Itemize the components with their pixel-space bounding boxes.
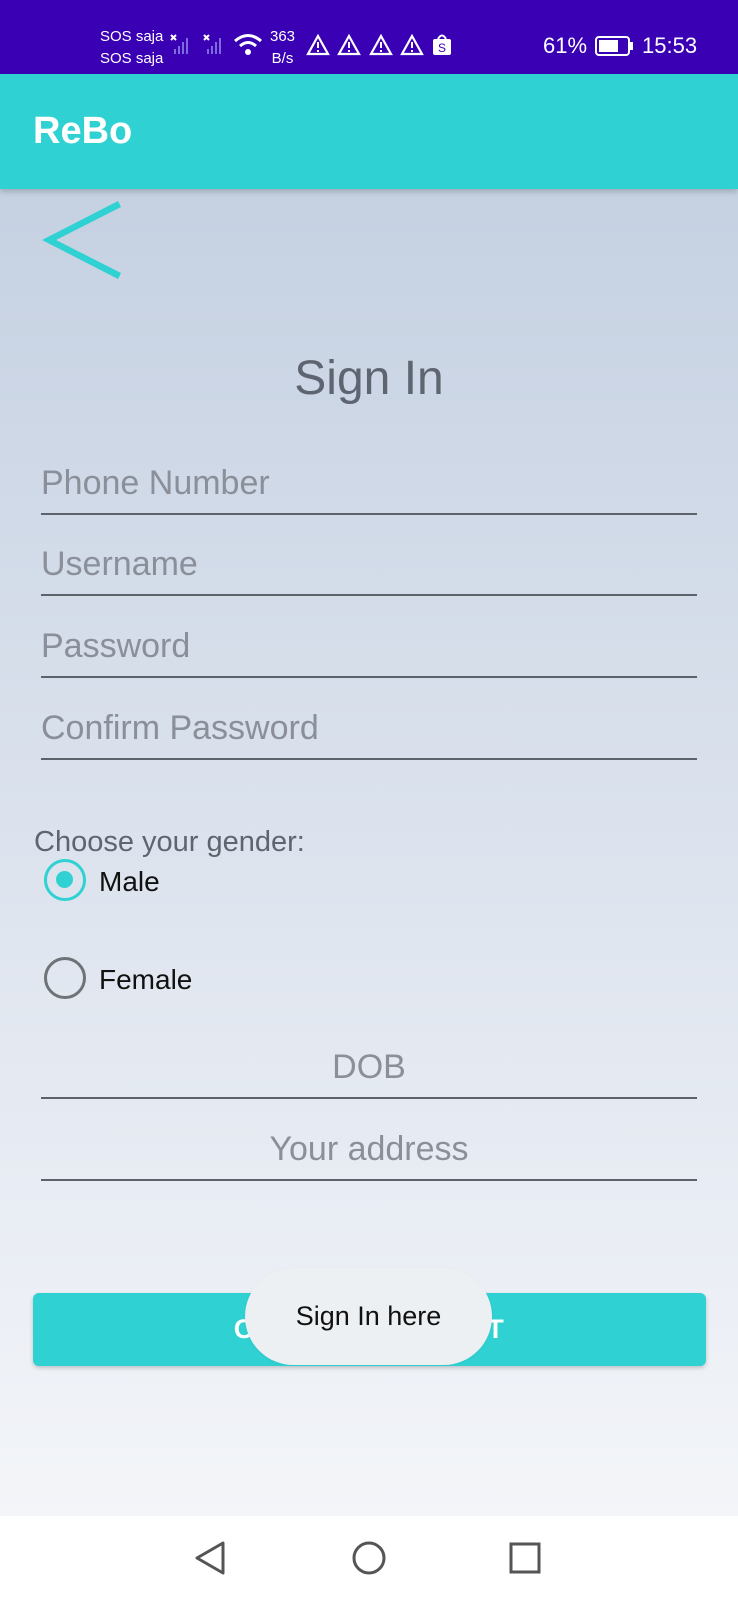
- signal-icon: [170, 34, 188, 54]
- app-title: ReBo: [33, 110, 133, 152]
- gender-label: Choose your gender:: [34, 826, 305, 858]
- dob-placeholder: DOB: [332, 1048, 406, 1086]
- shopping-bag-icon: S: [433, 34, 451, 55]
- radio-selected-icon: [44, 859, 86, 901]
- net-speed-unit: B/s: [271, 50, 294, 67]
- password-placeholder: Password: [41, 627, 191, 665]
- carrier-label-2: SOS saja: [100, 50, 164, 67]
- signal-icon: [203, 34, 221, 54]
- password-input[interactable]: Password: [41, 618, 697, 678]
- system-nav-bar: [0, 1516, 738, 1600]
- back-arrow-icon[interactable]: [30, 197, 122, 283]
- page-title: Sign In: [294, 352, 444, 405]
- svg-text:S: S: [438, 41, 446, 55]
- confirm-password-placeholder: Confirm Password: [41, 709, 319, 747]
- warning-icon: [306, 34, 330, 56]
- confirm-password-input[interactable]: Confirm Password: [41, 700, 697, 760]
- carrier-label-1: SOS saja: [100, 28, 164, 45]
- toast-message: Sign In here: [245, 1268, 492, 1365]
- radio-label: Female: [99, 964, 193, 995]
- radio-unselected-icon: [44, 957, 86, 999]
- gender-radio-male[interactable]: Male: [44, 859, 344, 903]
- nav-back-icon[interactable]: [193, 1540, 227, 1576]
- wifi-icon: [234, 34, 262, 55]
- gender-radio-female[interactable]: Female: [44, 957, 344, 1001]
- net-speed-value: 363: [270, 28, 296, 45]
- warning-icon: [400, 34, 424, 56]
- address-input[interactable]: Your address: [41, 1121, 697, 1181]
- dob-input[interactable]: DOB: [41, 1039, 697, 1099]
- nav-recent-icon[interactable]: [509, 1542, 541, 1574]
- username-placeholder: Username: [41, 545, 198, 583]
- battery-percent: 61%: [543, 33, 588, 58]
- battery-icon: [595, 36, 633, 56]
- app-bar: ReBo: [0, 74, 738, 189]
- phone-number-input[interactable]: Phone Number: [41, 455, 697, 515]
- address-placeholder: Your address: [269, 1130, 469, 1168]
- net-speed: 363 B/s: [270, 26, 295, 70]
- nav-home-icon[interactable]: [351, 1540, 387, 1576]
- sign-up-form: Sign In Phone Number Username Password C…: [0, 189, 738, 1516]
- status-bar: SOS saja SOS saja 363 B/s S 61% 15:53: [0, 0, 738, 74]
- phone-number-placeholder: Phone Number: [41, 464, 270, 502]
- clock: 15:53: [642, 33, 698, 58]
- username-input[interactable]: Username: [41, 536, 697, 596]
- radio-label: Male: [99, 866, 160, 897]
- warning-icon: [369, 34, 393, 56]
- warning-icon: [337, 34, 361, 56]
- carrier-info: SOS saja SOS saja: [100, 26, 163, 70]
